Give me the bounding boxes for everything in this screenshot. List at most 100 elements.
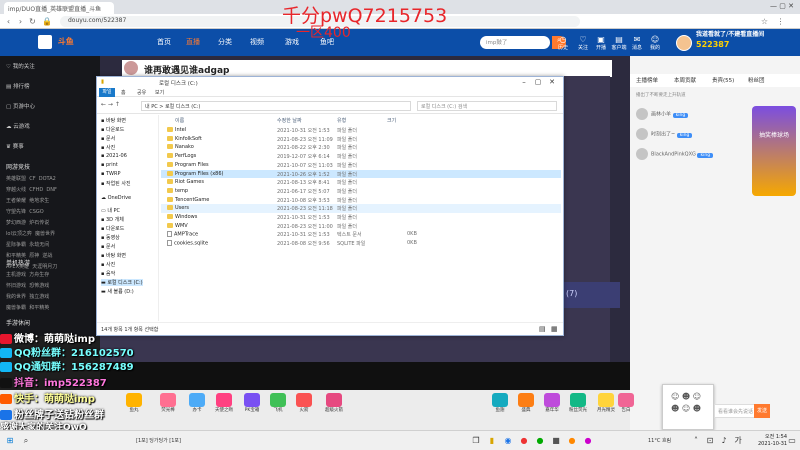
tree-item[interactable]: ▪ print <box>101 162 118 168</box>
ribbon-tab-view[interactable]: 보기 <box>155 89 164 96</box>
ime-icon[interactable]: 가 <box>732 435 744 447</box>
sidebar-item-webgame[interactable]: ▢ 页游中心 <box>6 102 35 110</box>
gift-item[interactable]: 鱼翅 <box>488 393 512 417</box>
gift-item[interactable]: 粉丝荧光 <box>566 393 590 417</box>
tree-item-onedrive[interactable]: ☁ OneDrive <box>101 195 131 201</box>
rank-user[interactable]: 时刻出了~ king <box>636 128 746 142</box>
client-icon[interactable]: ▤ 客户端 <box>610 35 628 51</box>
nav-video[interactable]: 视频 <box>250 37 264 47</box>
send-button[interactable]: 发送 <box>754 404 770 418</box>
ribbon-tab-file[interactable]: 파일 <box>99 88 115 97</box>
tree-item[interactable]: ▪ 동영상 <box>101 234 120 241</box>
gift-item[interactable]: 超级火箭 <box>322 393 346 417</box>
sidebar-item-cloudgame[interactable]: ☁ 云游戏 <box>6 122 30 130</box>
taskbar-app-label[interactable]: [1포] 딩가딩가 [1포] <box>136 437 181 444</box>
tree-item[interactable]: ▪ 음악 <box>101 270 115 277</box>
tab-fans[interactable]: 粉丝团 <box>748 76 765 84</box>
file-row[interactable]: Nanako 2021-08-22 오후 2:30 파일 폴더 <box>161 143 561 152</box>
app-icon[interactable]: ● <box>534 435 546 447</box>
explorer-titlebar[interactable]: ▮ 로컬 디스크 (C:) – ▢ ✕ <box>97 77 563 88</box>
tree-item[interactable]: ▪ 3D 개체 <box>101 216 124 223</box>
gift-item[interactable]: 天使之吻 <box>212 393 236 417</box>
nav-live[interactable]: 直播 <box>186 37 200 47</box>
browser-tab[interactable]: imp/DUO直播_英雄联盟直播_斗鱼 <box>4 2 114 14</box>
file-row[interactable]: Riot Games 2021-08-13 오후 8:41 파일 폴더 <box>161 178 561 187</box>
file-row[interactable]: Program Files 2021-10-07 오전 11:03 파일 폴더 <box>161 161 561 170</box>
window-controls[interactable]: — ▢ ✕ <box>770 2 798 10</box>
file-row[interactable]: AMPTrace 2021-10-31 오전 1:53 텍스트 문서 0KB <box>161 230 561 239</box>
reload-icon[interactable]: ↻ <box>28 17 37 26</box>
gift-item[interactable]: 嘉年华 <box>540 393 564 417</box>
gift-item[interactable]: 告白 <box>614 393 638 417</box>
tree-item-d-drive[interactable]: ▬ 새 볼륨 (D:) <box>101 288 134 295</box>
emoji-popup[interactable]: ☺ ☻ ☺ ☻ ☺ ☻ <box>662 384 714 430</box>
close-icon[interactable]: ✕ <box>545 78 559 87</box>
tab-anchor-rank[interactable]: 主播榜单 <box>636 76 658 84</box>
ribbon-tab-share[interactable]: 공유 <box>137 89 146 96</box>
sidebar-item-events[interactable]: ♛ 赛事 <box>6 142 24 150</box>
file-row[interactable]: WMV 2021-08-23 오전 11:00 파일 폴더 <box>161 222 561 231</box>
tree-item[interactable]: ▪ 사진 <box>101 261 115 268</box>
menu-icon[interactable]: ⋮ <box>776 17 785 26</box>
tree-item-c-drive[interactable]: ▬ 로컬 디스크 (C:) <box>101 279 143 286</box>
tree-item[interactable]: ▪ 바탕 화면 <box>101 252 126 259</box>
gift-item[interactable]: 飞机 <box>266 393 290 417</box>
mine-icon[interactable]: ☺ 我的 <box>646 35 664 51</box>
rank-user[interactable]: 画林小羊 king <box>636 108 746 122</box>
explorer-window[interactable]: ▮ 로컬 디스크 (C:) – ▢ ✕ 파일 홈 공유 보기 ← → ↑ 내 P… <box>96 76 564 336</box>
explorer-search-field[interactable]: 로컬 디스크 (C:) 검색 <box>417 101 557 111</box>
file-row[interactable]: Users 2021-08-23 오전 11:18 파일 폴더 <box>161 204 561 213</box>
maximize-icon[interactable]: ▢ <box>531 78 545 87</box>
history-icon[interactable]: ◷ 历史 <box>554 35 572 51</box>
tree-item[interactable]: ▪ 문서 <box>101 243 115 250</box>
sidebar-item-rank[interactable]: ▤ 排行榜 <box>6 82 29 90</box>
file-row[interactable]: temp 2021-06-17 오전 5:07 파일 폴더 <box>161 187 561 196</box>
minimize-icon[interactable]: – <box>517 78 531 87</box>
browser-icon[interactable]: ◉ <box>502 435 514 447</box>
tree-item[interactable]: ▪ 작업된 사진 <box>101 180 131 187</box>
nav-category[interactable]: 分类 <box>218 37 232 47</box>
view-details-icon[interactable]: ▤ <box>539 325 546 333</box>
sidebar-grid-single[interactable]: 主机游戏 方舟生存 怀旧游戏 恐怖游戏 我的世界 独立游戏 魔兽争霸 和平精英 <box>6 270 96 314</box>
message-icon[interactable]: ✉ 消息 <box>628 35 646 51</box>
ribbon-tab-home[interactable]: 홈 <box>121 89 126 96</box>
site-logo[interactable]: 斗鱼 <box>38 33 134 51</box>
site-search-input[interactable]: imp鼓了 <box>480 36 550 49</box>
tree-item[interactable]: ▪ 다운로드 <box>101 225 124 232</box>
col-name[interactable]: 이름 <box>175 117 184 124</box>
network-icon[interactable]: ⊡ <box>704 435 716 447</box>
file-row[interactable]: Program Files (x86) 2021-10-26 오후 1:52 파일 … <box>161 169 561 179</box>
tree-item[interactable]: ▪ 2021-06 <box>101 153 127 159</box>
search-icon[interactable]: ⌕ <box>20 435 32 447</box>
rank-user[interactable]: BlackAndPinkQXG king <box>636 148 746 162</box>
tree-item[interactable]: ▪ 사진 <box>101 144 115 151</box>
gift-item[interactable]: 盛典 <box>514 393 538 417</box>
col-type[interactable]: 유형 <box>337 117 346 124</box>
file-row[interactable]: Windows 2021-10-31 오전 1:53 파일 폴더 <box>161 213 561 222</box>
gift-item[interactable]: 办卡 <box>185 393 209 417</box>
streamer-avatar[interactable] <box>124 61 138 75</box>
tab-vip[interactable]: 贵宾(55) <box>712 76 734 84</box>
taskview-icon[interactable]: ❐ <box>470 435 482 447</box>
file-row[interactable]: cookies.sqlite 2021-08-08 오전 9:56 SQLITE 파… <box>161 239 561 248</box>
gift-item[interactable]: 火箭 <box>292 393 316 417</box>
windows-start-icon[interactable]: ⊞ <box>4 435 16 447</box>
follow-icon[interactable]: ♡ 关注 <box>574 35 592 51</box>
back-icon[interactable]: ‹ <box>4 17 13 26</box>
nav-home[interactable]: 首页 <box>157 37 171 47</box>
tree-item[interactable]: ▪ TWRP <box>101 171 120 177</box>
file-row[interactable]: KinfolkSoft 2021-08-23 오전 11:09 파일 폴더 <box>161 135 561 144</box>
tree-item-thispc[interactable]: ▭ 내 PC <box>101 207 120 214</box>
col-date[interactable]: 수정한 날짜 <box>277 117 302 124</box>
tree-item[interactable]: ▪ 다운로드 <box>101 126 124 133</box>
explorer-address-field[interactable]: 내 PC > 로컬 디스크 (C:) <box>141 101 411 111</box>
file-row[interactable]: TencentGame 2021-10-08 오후 3:53 파일 폴더 <box>161 196 561 205</box>
gift-item[interactable]: PK宝箱 <box>240 393 264 417</box>
col-size[interactable]: 크기 <box>387 117 396 124</box>
app-icon[interactable]: ● <box>566 435 578 447</box>
gift-item[interactable]: 鱼丸 <box>122 393 146 417</box>
file-row[interactable]: Intel 2021-10-31 오전 1:53 파일 폴더 <box>161 126 561 135</box>
volume-icon[interactable]: ♪ <box>718 435 730 447</box>
taskbar-clock[interactable]: 오전 1:54 2021-10-31 <box>758 434 787 448</box>
gift-item[interactable]: 荧光棒 <box>156 393 180 417</box>
